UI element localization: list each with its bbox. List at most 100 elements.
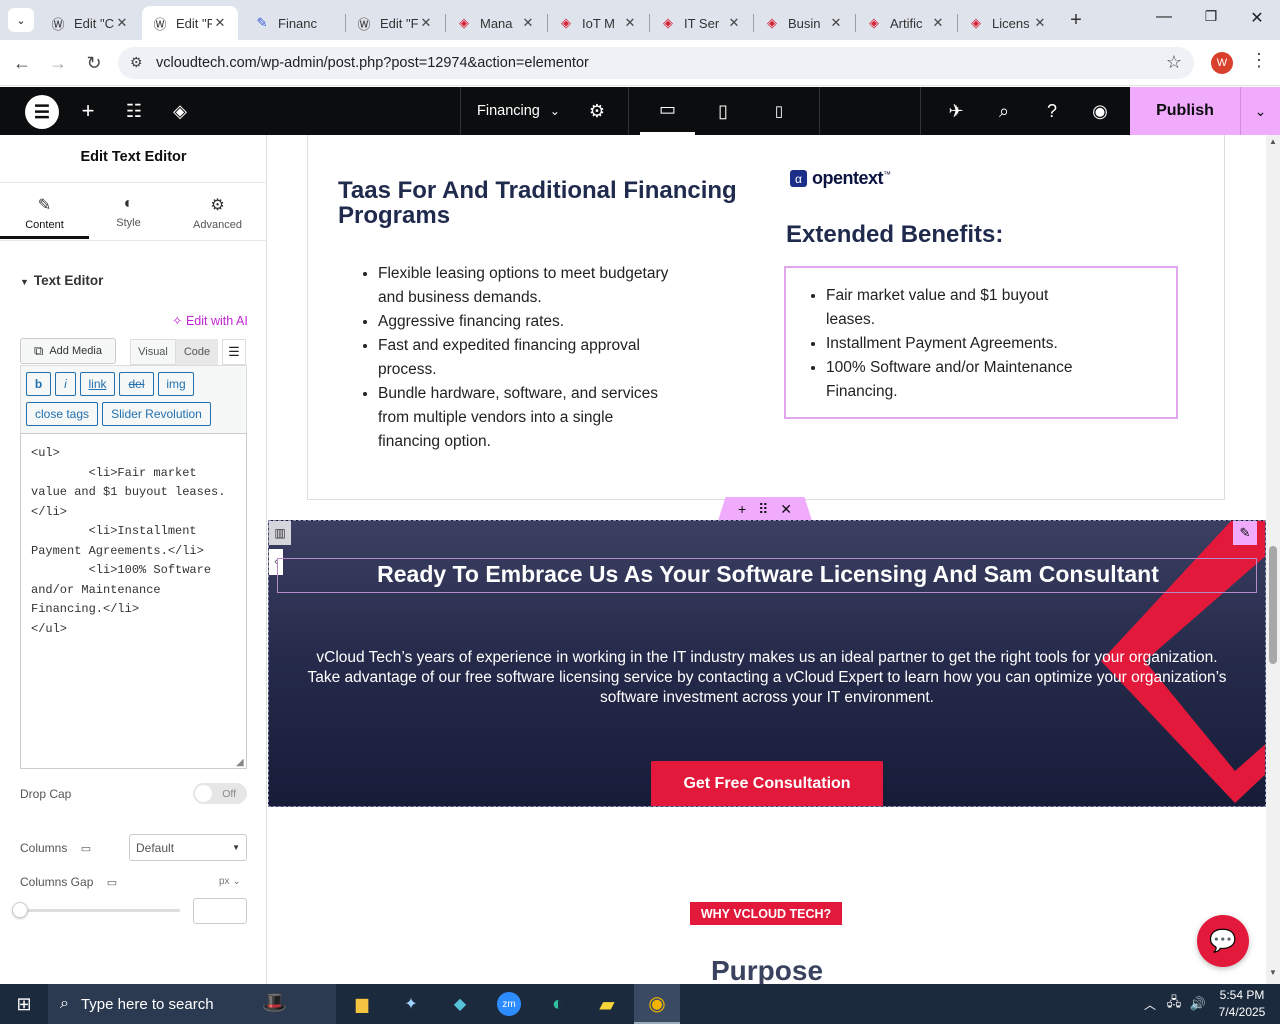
- tab-content[interactable]: ✎ Content: [0, 195, 89, 239]
- url-text[interactable]: vcloudtech.com/wp-admin/post.php?post=12…: [156, 55, 589, 71]
- clock[interactable]: 5:54 PM 7/4/2025: [1212, 987, 1272, 1021]
- taskbar-app-icon[interactable]: ◆: [442, 988, 478, 1020]
- help-icon[interactable]: ?: [1040, 87, 1064, 135]
- desktop-view-icon[interactable]: ▭: [640, 87, 695, 135]
- mobile-view-icon[interactable]: ▯: [765, 87, 793, 135]
- quicktag-italic-button[interactable]: i: [55, 372, 76, 396]
- tab-search-button[interactable]: ⌄: [8, 8, 34, 32]
- close-window-icon[interactable]: ✕: [1243, 8, 1271, 32]
- browser-tab[interactable]: ◈ IoT M ✕: [548, 6, 648, 40]
- windows-start-icon[interactable]: ⊞: [6, 988, 42, 1020]
- cta-heading[interactable]: Ready To Embrace Us As Your Software Lic…: [269, 561, 1265, 588]
- notes-pin-icon[interactable]: ✈: [944, 87, 968, 135]
- browser-tab[interactable]: Ⓦ Edit "C ✕: [40, 6, 140, 40]
- edge-browser-icon[interactable]: ◐: [540, 988, 576, 1020]
- close-tab-icon[interactable]: ✕: [520, 15, 536, 31]
- show-hidden-icons-chevron-icon[interactable]: ︿: [1136, 988, 1164, 1020]
- left-benefits-list[interactable]: Flexible leasing options to meet budgeta…: [378, 262, 678, 454]
- chat-widget-button[interactable]: 💬: [1197, 915, 1249, 967]
- close-tab-icon[interactable]: ✕: [418, 15, 434, 31]
- drop-cap-toggle[interactable]: Off: [193, 783, 247, 804]
- add-section-icon[interactable]: +: [738, 501, 746, 517]
- columns-gap-input[interactable]: [193, 898, 247, 924]
- chrome-browser-icon[interactable]: ◉: [634, 984, 680, 1024]
- edit-with-ai-button[interactable]: ✧ Edit with AI: [172, 313, 248, 328]
- browser-tab[interactable]: ◈ Busin ✕: [754, 6, 854, 40]
- visual-tab[interactable]: Visual: [130, 339, 176, 365]
- columns-select[interactable]: Default ▼: [129, 834, 247, 861]
- left-heading[interactable]: Taas For And Traditional Financing Progr…: [338, 178, 758, 228]
- back-arrow-icon[interactable]: ←: [8, 50, 36, 76]
- column-edit-icon[interactable]: ▥: [269, 521, 291, 545]
- restore-window-icon[interactable]: ❐: [1197, 8, 1225, 32]
- taskbar-search-box[interactable]: ⌕ Type here to search 🎩: [48, 984, 336, 1024]
- drag-handle-icon[interactable]: ⠿: [758, 501, 768, 518]
- close-tab-icon[interactable]: ✕: [726, 15, 742, 31]
- scroll-down-arrow-icon[interactable]: ▼: [1269, 968, 1277, 977]
- elementor-logo-icon[interactable]: ☰: [25, 95, 59, 129]
- selected-text-editor-widget[interactable]: Fair market value and $1 buyout leases. …: [784, 266, 1178, 419]
- forward-arrow-icon[interactable]: →: [44, 50, 72, 76]
- widget-edit-pencil-icon[interactable]: ✎: [1233, 521, 1257, 545]
- quicktag-bold-button[interactable]: b: [26, 372, 51, 396]
- section-toggle-text-editor[interactable]: ▼ Text Editor: [20, 273, 103, 288]
- page-settings-gear-icon[interactable]: ⚙: [585, 87, 609, 135]
- add-element-icon[interactable]: +: [76, 87, 100, 135]
- quicktag-slider-revolution-button[interactable]: Slider Revolution: [102, 402, 211, 426]
- desktop-responsive-icon[interactable]: ▭: [81, 843, 91, 855]
- browser-tab-active[interactable]: Ⓦ Edit "F ✕: [142, 6, 238, 40]
- new-tab-button[interactable]: +: [1064, 8, 1088, 32]
- page-selector[interactable]: Financing ⌄: [477, 87, 577, 135]
- toolbar-toggle-icon[interactable]: ☰: [222, 339, 246, 365]
- profile-avatar[interactable]: W: [1211, 52, 1233, 74]
- browser-tab[interactable]: ◈ Mana ✕: [446, 6, 546, 40]
- columns-gap-slider-track[interactable]: [20, 909, 180, 912]
- close-tab-icon[interactable]: ✕: [1032, 15, 1048, 31]
- close-tab-icon[interactable]: ✕: [622, 15, 638, 31]
- get-free-consultation-button[interactable]: Get Free Consultation: [651, 761, 883, 806]
- browser-tab[interactable]: ◈ IT Ser ✕: [650, 6, 752, 40]
- minimize-window-icon[interactable]: —: [1150, 8, 1178, 32]
- structure-layers-icon[interactable]: ◈: [168, 87, 192, 135]
- textarea-resize-handle-icon[interactable]: ◢: [236, 757, 244, 768]
- sticky-notes-icon[interactable]: ▰: [589, 988, 625, 1020]
- cta-paragraph[interactable]: vCloud Tech’s years of experience in wor…: [299, 648, 1235, 708]
- cta-section[interactable]: ▥ ‹ ✎ Ready To Embrace Us As Your Softwa…: [268, 520, 1266, 807]
- url-omnibox[interactable]: ⚙ vcloudtech.com/wp-admin/post.php?post=…: [118, 47, 1194, 79]
- preview-eye-icon[interactable]: ◉: [1088, 87, 1112, 135]
- site-info-icon[interactable]: ⚙: [130, 54, 143, 71]
- tab-advanced[interactable]: ⚙ Advanced: [173, 195, 262, 239]
- scroll-up-arrow-icon[interactable]: ▲: [1269, 137, 1277, 146]
- browser-tab[interactable]: ◈ Licens ✕: [958, 6, 1058, 40]
- add-media-button[interactable]: ⧉ Add Media: [20, 338, 116, 364]
- desktop-responsive-icon[interactable]: ▭: [107, 877, 117, 889]
- taskbar-app-icon[interactable]: ✦: [393, 988, 429, 1020]
- section-handle[interactable]: + ⠿ ✕: [718, 497, 812, 521]
- browser-menu-icon[interactable]: ⋮: [1250, 50, 1268, 71]
- quicktag-del-button[interactable]: del: [119, 372, 154, 396]
- network-icon[interactable]: 🖧: [1162, 988, 1186, 1020]
- code-tab[interactable]: Code: [176, 339, 218, 365]
- reload-icon[interactable]: ↻: [80, 50, 108, 76]
- close-tab-icon[interactable]: ✕: [212, 15, 228, 31]
- publish-button[interactable]: Publish: [1130, 87, 1240, 135]
- close-tab-icon[interactable]: ✕: [828, 15, 844, 31]
- quicktag-link-button[interactable]: link: [80, 372, 115, 396]
- file-explorer-icon[interactable]: ▆: [344, 988, 380, 1020]
- close-tab-icon[interactable]: ✕: [114, 15, 130, 31]
- close-tab-icon[interactable]: ✕: [930, 15, 946, 31]
- right-heading[interactable]: Extended Benefits:: [786, 221, 1003, 249]
- site-settings-sliders-icon[interactable]: ☷: [122, 87, 146, 135]
- columns-gap-slider-handle[interactable]: [12, 902, 28, 918]
- browser-tab[interactable]: ✎ Financ: [244, 6, 342, 40]
- bookmark-star-icon[interactable]: ☆: [1166, 52, 1182, 73]
- delete-section-icon[interactable]: ✕: [780, 501, 792, 518]
- volume-icon[interactable]: 🔊: [1186, 988, 1210, 1020]
- scrollbar-thumb[interactable]: [1269, 546, 1277, 664]
- html-code-textarea[interactable]: <ul> <li>Fair market value and $1 buyout…: [20, 433, 247, 769]
- tablet-view-icon[interactable]: ▯: [705, 87, 741, 135]
- browser-tab[interactable]: Ⓦ Edit "F ✕: [346, 6, 444, 40]
- zoom-app-icon[interactable]: zm: [491, 988, 527, 1020]
- publish-options-chevron-icon[interactable]: ⌄: [1240, 87, 1280, 135]
- quicktag-img-button[interactable]: img: [158, 372, 194, 396]
